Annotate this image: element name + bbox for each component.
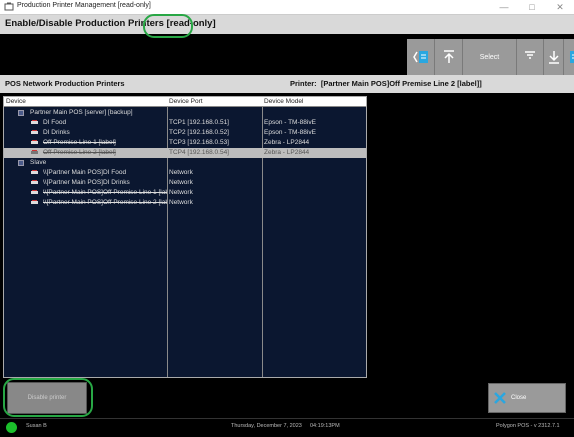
column-header-model[interactable]: Device Model bbox=[262, 97, 366, 107]
next-page-button[interactable] bbox=[564, 39, 574, 75]
printer-icon bbox=[31, 130, 38, 135]
status-bar: Susan B Thursday, December 7, 2023 04:19… bbox=[0, 418, 574, 437]
printer-icon bbox=[31, 170, 38, 175]
app-version: Polygon POS - v 2312.7.1 bbox=[496, 423, 560, 429]
table-row[interactable]: Off Premise Line 1 [label] TCP3 [192.168… bbox=[4, 138, 366, 148]
toolbar: Select bbox=[407, 39, 574, 75]
table-row[interactable]: \\[Partner Main POS]Off Premise Line 2 [… bbox=[4, 198, 366, 208]
status-indicator-icon bbox=[6, 422, 17, 433]
printer-icon bbox=[31, 190, 38, 195]
user-name: Susan B bbox=[26, 423, 47, 429]
table-row-selected[interactable]: Off Premise Line 2 [label] TCP4 [192.168… bbox=[4, 148, 366, 158]
current-time: 04:19:13PM bbox=[310, 423, 340, 429]
filter-icon bbox=[523, 49, 537, 65]
table-row[interactable]: DI Food TCP1 [192.168.0.51] Epson - TM-8… bbox=[4, 118, 366, 128]
printer-icon bbox=[31, 180, 38, 185]
next-doc-icon bbox=[568, 49, 574, 65]
select-button[interactable]: Select bbox=[463, 39, 517, 75]
table-row[interactable]: \\[Partner Main POS]DI Drinks Network bbox=[4, 178, 366, 188]
printer-icon bbox=[31, 150, 38, 155]
tree-group[interactable]: Slave bbox=[4, 158, 366, 168]
selected-printer: Printer: [Partner Main POS]Off Premise L… bbox=[290, 79, 482, 88]
minimize-icon[interactable]: — bbox=[490, 0, 518, 14]
info-bar: POS Network Production Printers Printer:… bbox=[0, 75, 574, 93]
current-date: Thursday, December 7, 2023 bbox=[231, 423, 302, 429]
close-label: Close bbox=[511, 395, 526, 401]
filter-button[interactable] bbox=[517, 39, 544, 75]
window-title: Production Printer Management [read-only… bbox=[17, 2, 151, 9]
app-icon bbox=[4, 2, 14, 12]
disable-button-highlight bbox=[3, 378, 93, 417]
column-header-device[interactable]: Device bbox=[4, 97, 167, 107]
tree-node-icon bbox=[18, 110, 24, 116]
page-header: Enable/Disable Production Printers [read… bbox=[0, 15, 574, 34]
tree-group[interactable]: Partner Main POS [server] [backup] bbox=[4, 108, 366, 118]
tree-node-icon bbox=[18, 160, 24, 166]
window-titlebar: Production Printer Management [read-only… bbox=[0, 0, 574, 15]
readonly-highlight bbox=[143, 14, 193, 38]
maximize-icon[interactable]: □ bbox=[518, 0, 546, 14]
printer-icon bbox=[31, 140, 38, 145]
close-button[interactable]: Close bbox=[488, 383, 566, 413]
table-row[interactable]: \\[Partner Main POS]Off Premise Line 1 [… bbox=[4, 188, 366, 198]
close-icon[interactable]: ✕ bbox=[546, 0, 574, 14]
printer-grid[interactable]: Device Device Port Device Model Partner … bbox=[3, 96, 367, 378]
printer-icon bbox=[31, 200, 38, 205]
prev-page-button[interactable] bbox=[407, 39, 435, 75]
column-header-port[interactable]: Device Port bbox=[167, 97, 262, 107]
list-title: POS Network Production Printers bbox=[5, 79, 125, 88]
x-icon bbox=[493, 391, 507, 405]
table-row[interactable]: \\[Partner Main POS]DI Food Network bbox=[4, 168, 366, 178]
printer-icon bbox=[31, 120, 38, 125]
arrow-down-icon bbox=[547, 49, 561, 65]
arrow-up-icon bbox=[442, 49, 456, 65]
move-bottom-button[interactable] bbox=[544, 39, 564, 75]
table-row[interactable]: DI Drinks TCP2 [192.168.0.52] Epson - TM… bbox=[4, 128, 366, 138]
move-top-button[interactable] bbox=[435, 39, 463, 75]
prev-doc-icon bbox=[411, 49, 431, 65]
